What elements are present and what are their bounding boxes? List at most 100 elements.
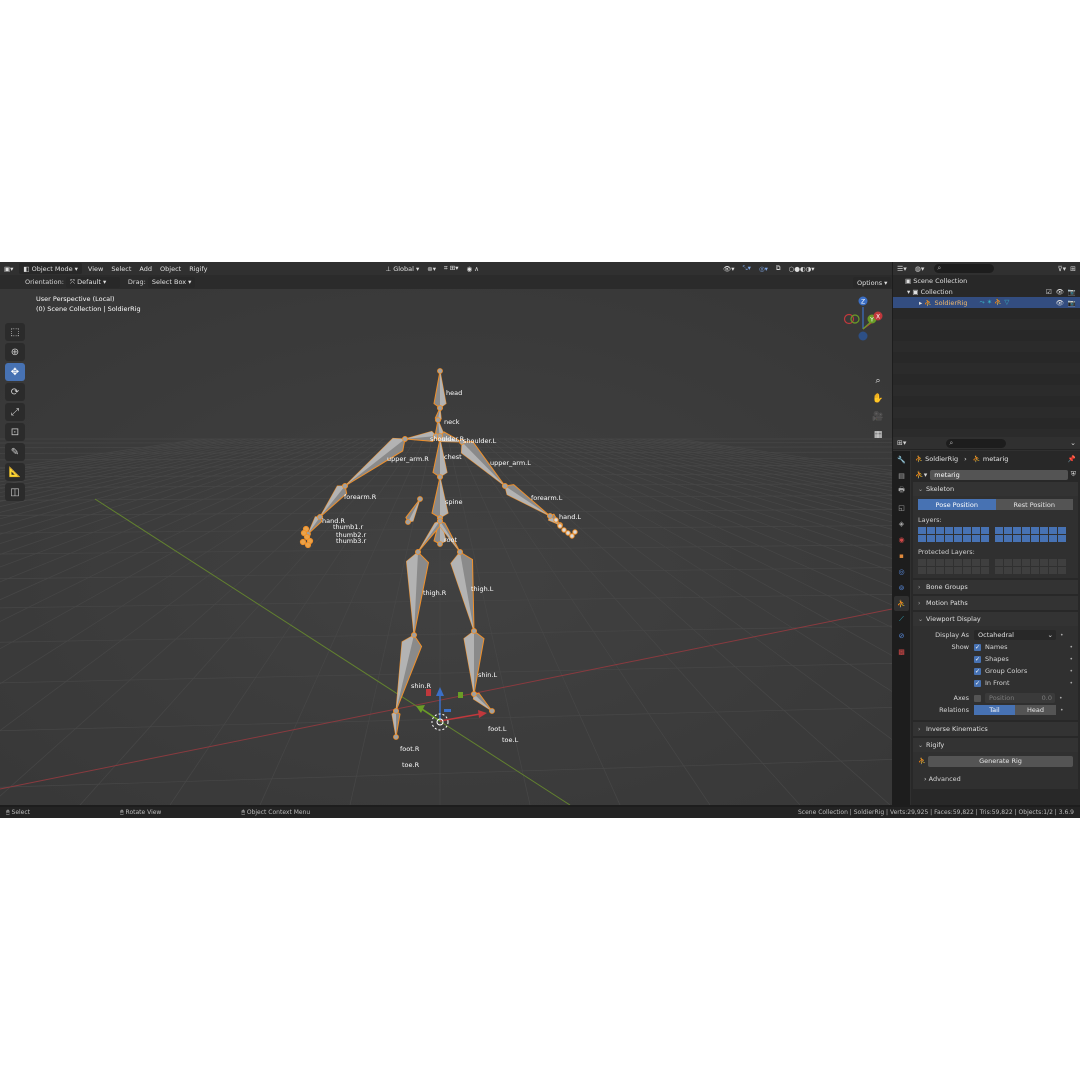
annotate-tool-icon[interactable]: ✎ bbox=[5, 443, 25, 461]
transform-orientation[interactable]: ⊥ Global ▾ bbox=[381, 263, 423, 274]
bone-tab-icon[interactable]: ⟋ bbox=[894, 612, 909, 627]
outliner-row-soldierrig[interactable]: ▸ ⛹ SoldierRig ⤳ ✶ ⛹ ▽ 👁 📷 bbox=[893, 297, 1080, 308]
overlay-toggle-icon[interactable]: ◎▾ bbox=[755, 263, 772, 274]
world-tab-icon[interactable]: ◉ bbox=[894, 532, 909, 547]
drag-dropdown[interactable]: Select Box ▾ bbox=[147, 276, 196, 288]
keyframe-dot-icon[interactable]: • bbox=[1059, 695, 1063, 702]
properties-search-input[interactable]: ⌕ bbox=[946, 438, 1007, 448]
in-front-checkbox[interactable]: ✓ bbox=[974, 679, 981, 687]
transform-tool-icon[interactable]: ⊡ bbox=[5, 423, 25, 441]
snap-icon[interactable]: ⌗ ⊞▾ bbox=[440, 263, 462, 274]
group-colors-checkbox[interactable]: ✓ bbox=[974, 667, 981, 675]
keyframe-dot-icon[interactable]: • bbox=[1069, 680, 1073, 687]
properties-editor-icon[interactable]: ⊞▾ bbox=[897, 439, 906, 447]
outliner-editor-icon[interactable]: ☰▾ bbox=[897, 265, 907, 273]
gizmo-toggle-icon[interactable]: ⤡▾ bbox=[738, 263, 754, 274]
outliner-search-input[interactable]: ⌕ bbox=[934, 264, 995, 273]
texture-tab-icon[interactable]: ▩ bbox=[894, 644, 909, 659]
camera-render-icon[interactable]: 📷 bbox=[1068, 299, 1076, 307]
finger-bone[interactable] bbox=[304, 541, 312, 549]
measure-tool-icon[interactable]: 📐 bbox=[5, 463, 25, 481]
bone-constraint-tab-icon[interactable]: ⊘ bbox=[894, 628, 909, 643]
display-as-dropdown[interactable]: Octahedral ⌄ bbox=[974, 630, 1056, 640]
finger-bone[interactable] bbox=[572, 529, 578, 535]
pan-hand-icon[interactable]: ✋ bbox=[870, 391, 886, 407]
keyframe-dot-icon[interactable]: • bbox=[1060, 707, 1064, 714]
rest-position-button[interactable]: Rest Position bbox=[995, 499, 1073, 510]
checkbox-icon[interactable]: ☑ bbox=[1046, 288, 1052, 296]
physics-tab-icon[interactable]: ⊚ bbox=[894, 580, 909, 595]
scene-tab-icon[interactable]: ◈ bbox=[894, 516, 909, 531]
keyframe-dot-icon[interactable]: • bbox=[1069, 668, 1073, 675]
skeleton-panel-header[interactable]: ⌄ Skeleton bbox=[913, 482, 1078, 496]
outliner-row-scene-collection[interactable]: ▣ Scene Collection bbox=[893, 275, 1080, 286]
keyframe-dot-icon[interactable]: • bbox=[1069, 644, 1073, 651]
tool-tab-icon[interactable]: 🔧 bbox=[894, 452, 909, 467]
menu-rigify[interactable]: Rigify bbox=[185, 263, 211, 274]
view-layer-tab-icon[interactable]: ◱ bbox=[894, 500, 909, 515]
3d-viewport[interactable]: head neck shoulder.R shoulder.L upper_arm.R c… bbox=[0, 289, 892, 805]
axes-checkbox[interactable] bbox=[974, 694, 981, 702]
zoom-icon[interactable]: ⌕ bbox=[870, 373, 886, 389]
scale-tool-icon[interactable]: ⤢ bbox=[5, 403, 25, 421]
rotate-tool-icon[interactable]: ⟳ bbox=[5, 383, 25, 401]
proportional-edit-icon[interactable]: ◉ ∧ bbox=[462, 263, 483, 274]
editor-type-icon[interactable]: ▣▾ bbox=[0, 263, 17, 274]
select-box-tool-icon[interactable]: ⬚ bbox=[5, 323, 25, 341]
protected-grid-left[interactable] bbox=[918, 559, 989, 574]
armature-data-icon[interactable]: ⛹▾ bbox=[915, 471, 927, 479]
pose-position-button[interactable]: Pose Position bbox=[918, 499, 996, 510]
camera-icon[interactable]: 🎥 bbox=[870, 409, 886, 425]
names-checkbox[interactable]: ✓ bbox=[974, 643, 981, 651]
outliner-row-collection[interactable]: ▾ ▣ Collection ☑ 👁 📷 bbox=[893, 286, 1080, 297]
orientation-dropdown[interactable]: ⤧ Default ▾ bbox=[65, 276, 120, 288]
finger-bone[interactable] bbox=[561, 527, 567, 533]
layer-grid-right[interactable] bbox=[995, 527, 1066, 542]
bone-groups-panel[interactable]: › Bone Groups bbox=[913, 580, 1078, 594]
new-collection-icon[interactable]: ⊞ bbox=[1070, 265, 1076, 273]
object-tab-icon[interactable]: ▪ bbox=[894, 548, 909, 563]
eye-icon[interactable]: 👁 bbox=[1056, 288, 1064, 296]
head-button[interactable]: Head bbox=[1015, 705, 1056, 715]
ortho-grid-icon[interactable]: ▦ bbox=[870, 427, 886, 443]
generate-rig-button[interactable]: Generate Rig bbox=[928, 755, 1073, 767]
finger-bone[interactable] bbox=[553, 517, 559, 523]
display-mode-icon[interactable]: ◍▾ bbox=[915, 265, 925, 273]
options-dropdown[interactable]: Options ▾ bbox=[853, 277, 892, 288]
rigify-panel-header[interactable]: ⌄ Rigify bbox=[913, 738, 1078, 752]
motion-paths-panel[interactable]: › Motion Paths bbox=[913, 596, 1078, 610]
fake-user-shield-icon[interactable]: ⛨ bbox=[1071, 470, 1076, 479]
inverse-kinematics-panel[interactable]: › Inverse Kinematics bbox=[913, 722, 1078, 736]
protected-grid-right[interactable] bbox=[995, 559, 1066, 574]
armature-data-tab-icon[interactable]: ⛹ bbox=[894, 596, 909, 611]
visibility-icon[interactable]: 👁▾ bbox=[719, 263, 739, 274]
menu-object[interactable]: Object bbox=[156, 263, 185, 274]
chevron-down-icon[interactable]: ⌄ bbox=[1070, 439, 1076, 447]
finger-bone[interactable] bbox=[565, 530, 571, 536]
armature-name-input[interactable]: metarig bbox=[930, 469, 1068, 480]
layer-grid-left[interactable] bbox=[918, 527, 989, 542]
move-tool-icon[interactable]: ✥ bbox=[5, 363, 25, 381]
finger-bone[interactable] bbox=[299, 538, 307, 546]
camera-render-icon[interactable]: 📷 bbox=[1068, 288, 1076, 296]
tail-button[interactable]: Tail bbox=[974, 705, 1015, 715]
finger-bone[interactable] bbox=[557, 523, 563, 529]
filter-icon[interactable]: ⊽▾ bbox=[1057, 265, 1066, 273]
render-tab-icon[interactable]: ▤ bbox=[894, 468, 909, 483]
cursor-tool-icon[interactable]: ⊕ bbox=[5, 343, 25, 361]
eye-icon[interactable]: 👁 bbox=[1056, 299, 1064, 307]
keyframe-dot-icon[interactable]: • bbox=[1069, 656, 1073, 663]
mode-selector[interactable]: ◧ Object Mode ▾ bbox=[19, 263, 82, 274]
menu-select[interactable]: Select bbox=[107, 263, 135, 274]
shading-modes-icon[interactable]: ○●◐◑▾ bbox=[785, 263, 819, 274]
keyframe-dot-icon[interactable]: • bbox=[1060, 632, 1064, 639]
output-tab-icon[interactable]: 🖶 bbox=[894, 484, 909, 499]
menu-add[interactable]: Add bbox=[135, 263, 156, 274]
viewport-display-header[interactable]: ⌄ Viewport Display bbox=[913, 612, 1078, 626]
modifier-tab-icon[interactable]: ◎ bbox=[894, 564, 909, 579]
xray-icon[interactable]: ⧉ bbox=[772, 263, 785, 274]
add-cube-tool-icon[interactable]: ◫ bbox=[5, 483, 25, 501]
pivot-icon[interactable]: ⊛▾ bbox=[423, 263, 440, 274]
pin-icon[interactable]: 📌 bbox=[1068, 455, 1076, 463]
advanced-subpanel[interactable]: › Advanced bbox=[918, 773, 1073, 785]
